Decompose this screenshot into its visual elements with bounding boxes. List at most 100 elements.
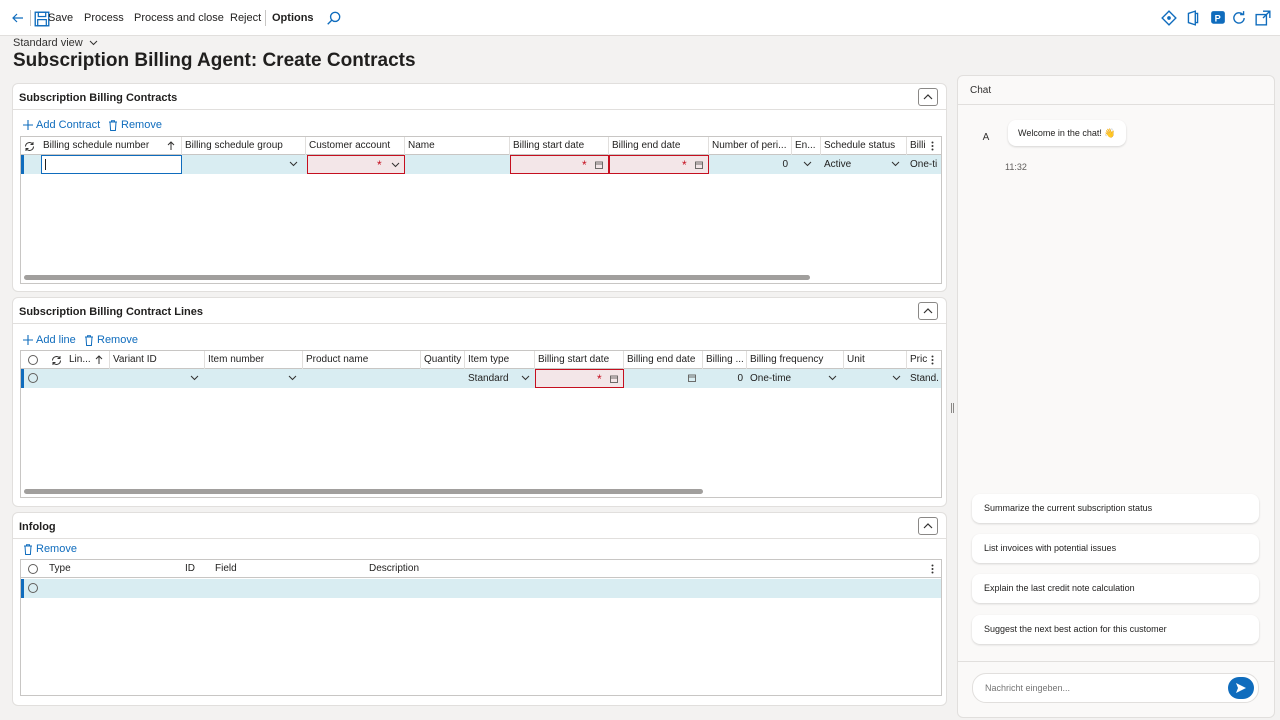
calendar-icon[interactable] — [595, 161, 603, 169]
open-in-new-window-icon[interactable] — [1255, 10, 1271, 26]
refresh-icon[interactable] — [24, 141, 35, 152]
refresh-icon[interactable] — [51, 355, 62, 366]
column-header[interactable]: Number of peri... — [709, 137, 792, 155]
horizontal-scrollbar[interactable] — [24, 275, 810, 280]
process-and-close-button[interactable]: Process and close — [134, 9, 224, 27]
column-header[interactable]: Billing frequency — [747, 351, 844, 369]
column-header[interactable]: Billing schedule number — [40, 137, 182, 155]
collapse-button[interactable] — [918, 88, 938, 106]
billing-quantity-field[interactable]: 0 — [703, 369, 747, 388]
column-header[interactable]: Schedule status — [821, 137, 907, 155]
chat-message-input[interactable] — [985, 681, 1205, 695]
add-contract-button[interactable]: Add Contract — [23, 118, 100, 132]
item-number-select[interactable] — [205, 369, 303, 388]
column-header[interactable]: Billing schedule group — [182, 137, 306, 155]
variant-id-select[interactable] — [110, 369, 205, 388]
view-label: Standard view — [13, 37, 83, 49]
collapse-button[interactable] — [918, 302, 938, 320]
back-arrow-icon[interactable] — [10, 10, 26, 26]
table-row[interactable]: Standard * 0 One-time Stand. — [21, 369, 941, 388]
calendar-icon[interactable] — [688, 374, 696, 382]
suggestion-chip[interactable]: Suggest the next best action for this cu… — [972, 615, 1259, 644]
column-header[interactable]: Quantity — [421, 351, 465, 369]
end-select[interactable] — [792, 155, 821, 174]
billing-schedule-number-input[interactable] — [41, 155, 182, 174]
schedule-status-select[interactable]: Active — [821, 155, 907, 174]
options-menu[interactable]: Options — [272, 9, 314, 27]
column-header[interactable]: Item number — [205, 351, 303, 369]
remove-contract-button[interactable]: Remove — [108, 118, 162, 132]
billing-type-field[interactable]: One-ti — [907, 155, 941, 174]
remove-infolog-button[interactable]: Remove — [23, 542, 77, 556]
table-row[interactable] — [21, 579, 941, 598]
collapse-button[interactable] — [918, 517, 938, 535]
column-header[interactable]: Billing ... — [703, 351, 747, 369]
column-header[interactable]: Unit — [844, 351, 907, 369]
line-billing-start-date-field[interactable]: * — [535, 369, 624, 388]
suggestion-chip[interactable]: List invoices with potential issues — [972, 534, 1259, 563]
save-button[interactable]: Save — [48, 9, 73, 27]
page-title: Subscription Billing Agent: Create Contr… — [13, 50, 416, 71]
row-select-radio[interactable] — [28, 583, 38, 593]
column-header[interactable]: Product name — [303, 351, 421, 369]
diamond-icon[interactable] — [1161, 10, 1177, 26]
column-header[interactable]: Billing end date — [624, 351, 703, 369]
remove-line-button[interactable]: Remove — [84, 333, 138, 347]
column-header[interactable]: Variant ID — [110, 351, 205, 369]
power-apps-icon[interactable]: P — [1210, 10, 1226, 26]
more-options-icon[interactable] — [931, 141, 934, 151]
column-header[interactable]: Description — [366, 560, 906, 578]
billing-frequency-select[interactable]: One-time — [747, 369, 844, 388]
column-header[interactable]: Lin... — [66, 351, 110, 369]
calendar-icon[interactable] — [695, 161, 703, 169]
price-field[interactable]: Stand. — [907, 369, 941, 388]
column-header[interactable]: Name — [405, 137, 510, 155]
billing-end-date-field[interactable]: * — [609, 155, 709, 174]
column-header[interactable]: Pric — [907, 351, 929, 369]
quantity-field[interactable] — [421, 369, 465, 388]
reject-button[interactable]: Reject — [230, 9, 261, 27]
send-button[interactable] — [1228, 677, 1254, 699]
column-header[interactable]: Billing start date — [535, 351, 624, 369]
more-options-icon[interactable] — [931, 564, 934, 574]
contracts-panel-title: Subscription Billing Contracts — [19, 92, 178, 104]
calendar-icon[interactable] — [610, 375, 618, 383]
process-button[interactable]: Process — [84, 9, 124, 27]
divider — [958, 661, 1274, 662]
column-header[interactable]: Type — [46, 560, 182, 578]
refresh-icon[interactable] — [1231, 10, 1247, 26]
line-number-field[interactable] — [66, 369, 110, 388]
horizontal-scrollbar[interactable] — [24, 489, 703, 494]
unit-select[interactable] — [844, 369, 907, 388]
number-of-periods-field[interactable]: 0 — [709, 155, 792, 174]
suggestion-chip[interactable]: Explain the last credit note calculation — [972, 574, 1259, 603]
customer-account-select[interactable]: * — [307, 155, 405, 174]
billing-start-date-field[interactable]: * — [510, 155, 609, 174]
pane-splitter[interactable] — [951, 403, 954, 413]
column-header[interactable]: Billing end date — [609, 137, 709, 155]
column-header[interactable]: Customer account — [306, 137, 405, 155]
select-all-radio[interactable] — [28, 564, 38, 574]
search-icon[interactable] — [326, 10, 342, 26]
add-line-button[interactable]: Add line — [23, 333, 76, 347]
column-header[interactable]: En... — [792, 137, 821, 155]
line-billing-end-date-field[interactable] — [624, 369, 703, 388]
billing-schedule-group-select[interactable] — [182, 155, 306, 174]
suggestion-chip[interactable]: Summarize the current subscription statu… — [972, 494, 1259, 523]
select-all-radio[interactable] — [28, 355, 38, 365]
view-selector[interactable]: Standard view — [13, 37, 98, 49]
column-header[interactable]: ID — [182, 560, 212, 578]
table-row[interactable]: * * * 0 Active One-ti — [21, 155, 941, 174]
more-options-icon[interactable] — [931, 355, 934, 365]
office-icon[interactable] — [1185, 10, 1201, 26]
product-name-field[interactable] — [303, 369, 421, 388]
row-select-radio[interactable] — [28, 373, 38, 383]
name-field[interactable] — [405, 155, 510, 174]
divider — [13, 323, 946, 324]
column-header[interactable]: Billi — [907, 137, 929, 155]
column-header[interactable]: Item type — [465, 351, 535, 369]
column-header[interactable]: Billing start date — [510, 137, 609, 155]
item-type-select[interactable]: Standard — [465, 369, 535, 388]
required-indicator: * — [377, 158, 382, 172]
column-header[interactable]: Field — [212, 560, 366, 578]
